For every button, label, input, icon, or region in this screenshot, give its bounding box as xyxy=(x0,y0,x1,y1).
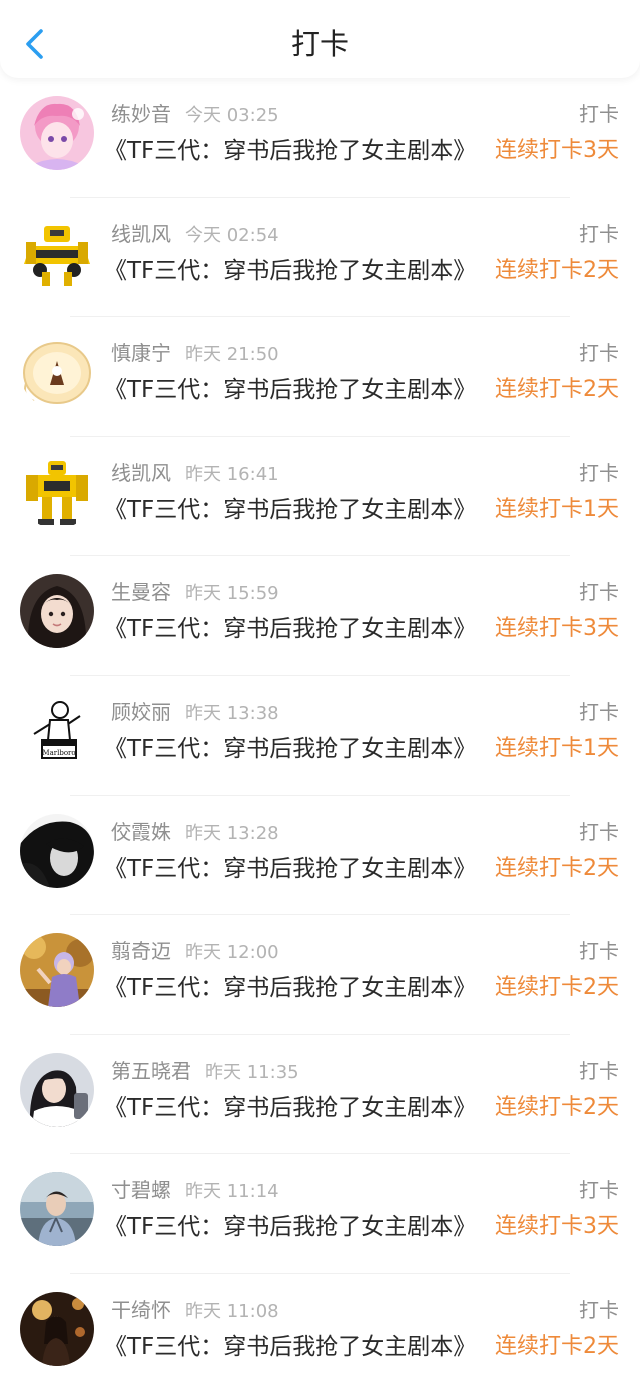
list-item[interactable]: 线凯风 今天 02:54 打卡 《TF三代：穿书后我抢了女主剧本》 连续打卡2天 xyxy=(0,198,640,318)
list-item[interactable]: 练妙音 今天 03:25 打卡 《TF三代：穿书后我抢了女主剧本》 连续打卡3天 xyxy=(0,78,640,198)
action-label: 打卡 xyxy=(579,1297,619,1322)
book-title[interactable]: 《TF三代：穿书后我抢了女主剧本》 xyxy=(104,971,476,1005)
list-item[interactable]: 慎康宁 昨天 21:50 打卡 《TF三代：穿书后我抢了女主剧本》 连续打卡2天 xyxy=(0,317,640,437)
cartoon-bun-avatar[interactable] xyxy=(20,335,94,410)
timestamp: 昨天 15:59 xyxy=(185,583,279,605)
night-street-avatar[interactable] xyxy=(20,1291,94,1366)
book-title[interactable]: 《TF三代：穿书后我抢了女主剧本》 xyxy=(104,493,476,527)
list-item[interactable]: 第五晓君 昨天 11:35 打卡 《TF三代：穿书后我抢了女主剧本》 连续打卡2天 xyxy=(0,1035,640,1155)
book-title[interactable]: 《TF三代：穿书后我抢了女主剧本》 xyxy=(104,852,476,886)
list-item[interactable]: 干绮怀 昨天 11:08 打卡 《TF三代：穿书后我抢了女主剧本》 连续打卡2天 xyxy=(0,1274,640,1394)
timestamp: 昨天 16:41 xyxy=(185,463,279,485)
book-title[interactable]: 《TF三代：穿书后我抢了女主剧本》 xyxy=(104,1210,476,1244)
checkin-list: 练妙音今天 03:25 打卡 《TF三代：穿书后我抢了女主剧本》 连续打卡3天 xyxy=(0,78,640,1394)
girl-selfie-avatar[interactable] xyxy=(20,1052,94,1127)
timestamp: 昨天 11:08 xyxy=(185,1300,279,1322)
top-bar: 打卡 xyxy=(0,0,640,78)
list-item[interactable]: 寸碧螺 昨天 11:14 打卡 《TF三代：穿书后我抢了女主剧本》 连续打卡3天 xyxy=(0,1154,640,1274)
streak-label: 连续打卡3天 xyxy=(495,616,619,642)
streak-label: 连续打卡3天 xyxy=(495,1214,619,1240)
streak-label: 连续打卡2天 xyxy=(495,855,619,881)
user-name[interactable]: 线凯风 xyxy=(111,461,171,485)
action-label: 打卡 xyxy=(579,1058,619,1083)
streak-label: 连续打卡2天 xyxy=(495,377,619,403)
user-name[interactable]: 慎康宁 xyxy=(111,341,171,365)
timestamp: 昨天 11:35 xyxy=(205,1061,299,1083)
yellow-robot-avatar[interactable] xyxy=(20,454,94,529)
user-name[interactable]: 寸碧螺 xyxy=(111,1178,171,1202)
timestamp: 昨天 12:00 xyxy=(185,942,279,964)
action-label: 打卡 xyxy=(579,819,619,844)
yellow-robot-avatar[interactable] xyxy=(20,215,94,290)
streak-label: 连续打卡2天 xyxy=(495,257,619,283)
user-name[interactable]: 第五晓君 xyxy=(111,1059,191,1083)
user-name[interactable]: 顾姣丽 xyxy=(111,700,171,724)
user-name[interactable]: 干绮怀 xyxy=(111,1298,171,1322)
timestamp: 昨天 11:14 xyxy=(185,1181,279,1203)
timestamp: 昨天 13:28 xyxy=(185,822,279,844)
user-name[interactable]: 线凯风 xyxy=(111,222,171,246)
autumn-girl-avatar[interactable] xyxy=(20,933,94,1008)
page-title: 打卡 xyxy=(290,27,349,61)
svg-text:Marlboro: Marlboro xyxy=(42,749,75,757)
streak-label: 连续打卡1天 xyxy=(495,496,619,522)
book-title[interactable]: 《TF三代：穿书后我抢了女主剧本》 xyxy=(104,134,476,168)
dark-portrait-avatar[interactable] xyxy=(20,813,94,888)
list-item[interactable]: 翦奇迈 昨天 12:00 打卡 《TF三代：穿书后我抢了女主剧本》 连续打卡2天 xyxy=(0,915,640,1035)
book-title[interactable]: 《TF三代：穿书后我抢了女主剧本》 xyxy=(104,1091,476,1125)
list-item[interactable]: 佼霞姝 昨天 13:28 打卡 《TF三代：穿书后我抢了女主剧本》 连续打卡2天 xyxy=(0,796,640,916)
sketch-figure-avatar[interactable]: Marlboro xyxy=(20,693,94,768)
action-label: 打卡 xyxy=(579,1178,619,1203)
user-name[interactable]: 练妙音 xyxy=(111,102,171,126)
user-name[interactable]: 翦奇迈 xyxy=(111,939,171,963)
action-label: 打卡 xyxy=(579,460,619,485)
action-label: 打卡 xyxy=(579,580,619,605)
girl-photo-avatar[interactable] xyxy=(20,574,94,649)
user-name[interactable]: 生曼容 xyxy=(111,580,171,604)
book-title[interactable]: 《TF三代：穿书后我抢了女主剧本》 xyxy=(104,373,476,407)
timestamp: 今天 02:54 xyxy=(185,224,279,246)
streak-label: 连续打卡2天 xyxy=(495,975,619,1001)
book-title[interactable]: 《TF三代：穿书后我抢了女主剧本》 xyxy=(104,254,476,288)
boy-photo-avatar[interactable] xyxy=(20,1172,94,1247)
list-item[interactable]: 线凯风 昨天 16:41 打卡 《TF三代：穿书后我抢了女主剧本》 连续打卡1天 xyxy=(0,437,640,557)
streak-label: 连续打卡1天 xyxy=(495,735,619,761)
action-label: 打卡 xyxy=(579,699,619,724)
streak-label: 连续打卡2天 xyxy=(495,1333,619,1359)
timestamp: 昨天 21:50 xyxy=(185,344,279,366)
action-label: 打卡 xyxy=(579,939,619,964)
book-title[interactable]: 《TF三代：穿书后我抢了女主剧本》 xyxy=(104,732,476,766)
timestamp: 昨天 13:38 xyxy=(185,702,279,724)
anime-pink-hair-avatar[interactable] xyxy=(20,96,94,170)
book-title[interactable]: 《TF三代：穿书后我抢了女主剧本》 xyxy=(104,1330,476,1364)
list-item[interactable]: Marlboro 顾姣丽 昨天 13:38 打卡 《TF三代：穿书后我抢了女主剧本… xyxy=(0,676,640,796)
streak-label: 连续打卡2天 xyxy=(495,1094,619,1120)
book-title[interactable]: 《TF三代：穿书后我抢了女主剧本》 xyxy=(104,612,476,646)
timestamp: 今天 03:25 xyxy=(185,105,279,126)
action-label: 打卡 xyxy=(579,102,619,126)
action-label: 打卡 xyxy=(579,221,619,246)
user-name[interactable]: 佼霞姝 xyxy=(111,820,171,844)
action-label: 打卡 xyxy=(579,341,619,366)
list-item[interactable]: 生曼容 昨天 15:59 打卡 《TF三代：穿书后我抢了女主剧本》 连续打卡3天 xyxy=(0,556,640,676)
streak-label: 连续打卡3天 xyxy=(495,138,619,163)
